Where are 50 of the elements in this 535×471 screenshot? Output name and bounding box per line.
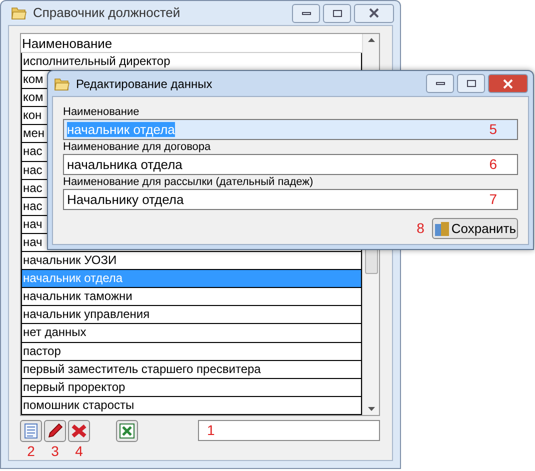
scroll-up-icon[interactable] [368, 38, 374, 42]
document-icon [24, 423, 38, 439]
annotation-number: 4 [75, 442, 83, 460]
field-value: начальник отдела [66, 122, 176, 138]
list-row[interactable]: первый заместитель старшего пресвитера [21, 360, 362, 379]
annotation-number: 5 [489, 120, 497, 139]
maximize-button[interactable] [457, 74, 485, 93]
annotation-number: 7 [489, 190, 497, 209]
list-row[interactable]: исполнительный директор [21, 53, 362, 72]
minimize-button[interactable] [426, 74, 454, 93]
text-field[interactable]: начальника отдела 6 [63, 154, 518, 175]
list-row[interactable]: начальник управления [21, 306, 362, 324]
spreadsheet-icon [119, 423, 135, 439]
annotation-number: 6 [489, 155, 497, 174]
annotation-number: 8 [416, 219, 424, 238]
window-title: Справочник должностей [33, 4, 182, 22]
annotation-number: 1 [207, 421, 215, 440]
scroll-down-icon[interactable] [368, 407, 374, 411]
list-row[interactable]: начальник таможни [21, 288, 362, 306]
list-row[interactable]: начальник УОЗИ [21, 252, 362, 270]
toolbar-button[interactable] [116, 420, 138, 442]
folder-icon [11, 6, 27, 20]
field-value: Начальнику отдела [66, 192, 185, 208]
dialog-title: Редактирование данных [76, 76, 214, 92]
close-icon [368, 8, 380, 18]
minimize-button[interactable] [292, 4, 320, 22]
save-button[interactable]: Сохранить [432, 218, 518, 239]
search-field[interactable]: 1 [198, 420, 380, 441]
annotation-number: 3 [51, 442, 59, 460]
close-icon [502, 78, 514, 88]
field-label: Наименование [63, 105, 140, 119]
field-value: начальника отдела [66, 156, 184, 172]
list-row[interactable]: первый проректор [21, 378, 362, 397]
close-button[interactable] [354, 4, 394, 22]
pencil-icon [47, 423, 63, 439]
text-field[interactable]: начальник отдела 5 [63, 119, 518, 140]
save-icon [434, 220, 450, 236]
field-label: Наименование для договора [63, 140, 212, 154]
list-row[interactable]: пастор [21, 342, 362, 361]
field-label: Наименование для рассылки (дательный падеж) [63, 175, 314, 189]
maximize-button[interactable] [323, 4, 351, 22]
list-row[interactable]: нет данных [21, 324, 362, 342]
toolbar-button[interactable] [44, 420, 66, 442]
folder-icon [54, 76, 70, 90]
delete-icon [71, 423, 87, 439]
toolbar-button[interactable] [68, 420, 90, 442]
close-button[interactable] [488, 74, 528, 93]
text-field[interactable]: Начальнику отдела 7 [63, 189, 518, 210]
list-row[interactable]: помошник старосты [21, 396, 362, 415]
annotation-number: 2 [27, 442, 35, 460]
